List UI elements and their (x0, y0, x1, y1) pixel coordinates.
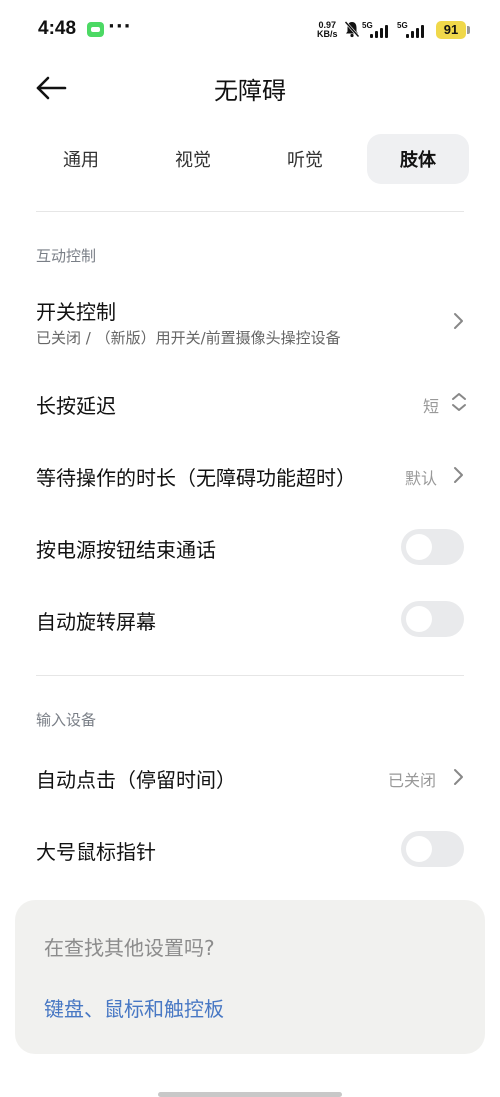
switch-control-title: 开关控制 (36, 300, 116, 324)
tab-vision[interactable]: 视觉 (143, 134, 243, 184)
long-press-delay-value: 短 (423, 397, 440, 416)
power-end-call-toggle[interactable] (401, 529, 464, 565)
divider (36, 675, 464, 676)
auto-click-row[interactable]: 自动点击（停留时间） 已关闭 (0, 754, 500, 800)
auto-rotate-row: 自动旋转屏幕 (0, 596, 500, 642)
long-press-delay-title: 长按延迟 (36, 394, 116, 418)
switch-control-subtitle: 已关闭 / （新版）用开关/前置摄像头操控设备 (36, 329, 341, 347)
large-pointer-row: 大号鼠标指针 (0, 826, 500, 872)
toggle-knob (406, 606, 432, 632)
tab-general[interactable]: 通用 (31, 134, 131, 184)
section-title-interaction: 互动控制 (36, 247, 97, 265)
signal-bars-icon (406, 24, 424, 38)
status-time: 4:48 (38, 18, 77, 39)
network-speed: 0.97 KB/s (317, 21, 338, 39)
battery-tip (467, 26, 470, 34)
power-end-call-row: 按电源按钮结束通话 (0, 524, 500, 570)
switch-control-row[interactable]: 开关控制 已关闭 / （新版）用开关/前置摄像头操控设备 (0, 290, 500, 352)
toggle-knob (406, 534, 432, 560)
back-arrow-icon (36, 76, 67, 100)
chevron-right-icon (454, 769, 463, 785)
wait-time-row[interactable]: 等待操作的时长（无障碍功能超时） 默认 (0, 452, 500, 498)
suggestion-question: 在查找其他设置吗? (44, 936, 215, 960)
long-press-delay-row[interactable]: 长按延迟 短 (0, 380, 500, 426)
divider (36, 211, 464, 212)
home-indicator[interactable] (158, 1092, 342, 1097)
auto-click-value: 已关闭 (388, 771, 437, 790)
page-title: 无障碍 (214, 77, 286, 105)
tab-hearing[interactable]: 听觉 (255, 134, 355, 184)
chevron-right-icon (454, 467, 463, 483)
power-end-call-title: 按电源按钮结束通话 (36, 538, 216, 562)
chevron-right-icon (454, 313, 463, 329)
section-title-input: 输入设备 (36, 711, 97, 729)
tab-physical[interactable]: 肢体 (367, 134, 469, 184)
bell-muted-icon (344, 20, 360, 42)
auto-rotate-toggle[interactable] (401, 601, 464, 637)
back-button[interactable] (30, 70, 70, 106)
chevron-up-down-icon (452, 393, 466, 411)
large-pointer-toggle[interactable] (401, 831, 464, 867)
battery-indicator: 91 (436, 21, 466, 39)
wait-time-title: 等待操作的时长（无障碍功能超时） (36, 466, 356, 490)
signal-bars-icon (370, 24, 388, 38)
more-notifications-icon: ··· (108, 16, 132, 37)
wait-time-value: 默认 (405, 469, 438, 488)
suggestion-card: 在查找其他设置吗? 键盘、鼠标和触控板 (15, 900, 485, 1054)
auto-click-title: 自动点击（停留时间） (36, 768, 236, 792)
network-speed-unit: KB/s (317, 29, 338, 39)
toggle-knob (406, 836, 432, 862)
message-app-icon (87, 22, 104, 37)
large-pointer-title: 大号鼠标指针 (36, 840, 156, 864)
auto-rotate-title: 自动旋转屏幕 (36, 610, 156, 634)
keyboard-mouse-touchpad-link[interactable]: 键盘、鼠标和触控板 (44, 993, 224, 1022)
